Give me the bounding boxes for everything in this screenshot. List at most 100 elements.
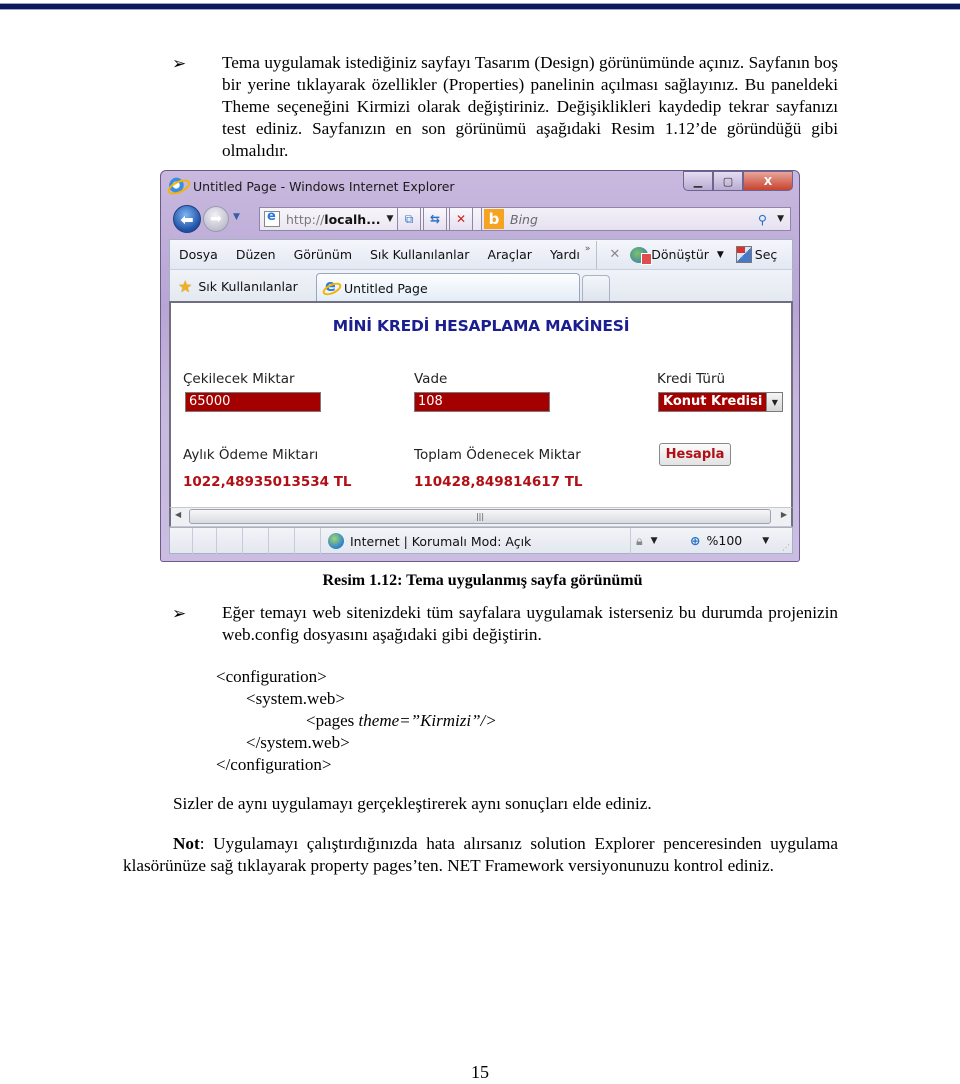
code-line: <system.web> bbox=[246, 689, 345, 708]
instruction-paragraph-2: Eğer temayı web sitenizdeki tüm sayfalar… bbox=[222, 603, 838, 644]
security-zone-text: Internet | Korumalı Mod: Açık bbox=[350, 533, 532, 549]
zoom-icon: ⊕ bbox=[690, 533, 701, 548]
close-toolbar-icon[interactable]: ✕ bbox=[609, 247, 620, 262]
history-dropdown-icon[interactable]: ▼ bbox=[233, 212, 240, 222]
window-title: Untitled Page - Windows Internet Explore… bbox=[193, 178, 455, 194]
navigation-bar: ⬅ ➡ ▼ http://localh... ▼ ⧉ ⇆ ✕ b Bing ⚲ … bbox=[169, 203, 793, 233]
stop-icon[interactable]: ✕ bbox=[449, 207, 473, 231]
bullet-icon: ➢ bbox=[172, 604, 187, 623]
monthly-payment-value: 1022,48935013534 TL bbox=[183, 474, 352, 490]
bing-logo-icon: b bbox=[484, 209, 504, 229]
search-dropdown-icon[interactable]: ▼ bbox=[777, 214, 784, 224]
status-divider bbox=[216, 528, 217, 554]
note-label: Not bbox=[173, 834, 200, 853]
term-input[interactable]: 108 bbox=[414, 392, 550, 412]
calculate-button[interactable]: Hesapla bbox=[659, 443, 731, 466]
convert-dropdown-icon[interactable]: ▼ bbox=[717, 250, 724, 260]
monthly-payment-label: Aylık Ödeme Miktarı bbox=[183, 447, 319, 463]
loan-type-select[interactable]: Konut Kredisi ▼ bbox=[658, 392, 784, 412]
security-zone[interactable]: Internet | Korumalı Mod: Açık bbox=[328, 533, 531, 549]
search-input[interactable]: b Bing ⚲ ▼ bbox=[481, 207, 791, 231]
app-title: MİNİ KREDİ HESAPLAMA MAKİNESİ bbox=[332, 317, 630, 335]
header-rule bbox=[0, 3, 960, 10]
page-icon bbox=[264, 209, 280, 227]
total-payment-value: 110428,849814617 TL bbox=[414, 474, 583, 490]
menu-help[interactable]: Yardı bbox=[541, 247, 589, 262]
menu-overflow-icon[interactable]: » bbox=[585, 244, 591, 254]
loan-type-value: Konut Kredisi bbox=[663, 394, 763, 409]
lock-icon: 🔒︎ bbox=[636, 533, 643, 548]
amount-label: Çekilecek Miktar bbox=[183, 371, 295, 387]
scroll-right-icon[interactable]: ▶ bbox=[781, 510, 787, 519]
close-button[interactable]: X bbox=[743, 171, 793, 191]
menu-file[interactable]: Dosya bbox=[170, 247, 227, 262]
total-payment-label: Toplam Ödenecek Miktar bbox=[414, 447, 581, 463]
horizontal-scrollbar[interactable]: ◀ ||| ▶ bbox=[169, 507, 793, 527]
tab-title: Untitled Page bbox=[344, 280, 428, 296]
figure-caption: Resim 1.12: Tema uygulanmış sayfa görünü… bbox=[322, 572, 643, 589]
instruction-paragraph-1: Tema uygulamak istediğiniz sayfayı Tasar… bbox=[222, 53, 838, 160]
status-bar: Internet | Korumalı Mod: Açık 🔒︎ ▼ ⊕ %10… bbox=[169, 527, 793, 554]
refresh-icon[interactable]: ⇆ bbox=[423, 207, 447, 231]
favorites-button[interactable]: ★ Sık Kullanılanlar bbox=[178, 277, 298, 296]
code-attribute: theme=”Kirmizi”/> bbox=[358, 711, 497, 730]
scroll-left-icon[interactable]: ◀ bbox=[175, 510, 181, 519]
menu-tools[interactable]: Araçlar bbox=[478, 247, 541, 262]
code-line: <pages theme=”Kirmizi”/> bbox=[306, 710, 497, 732]
favorites-label: Sık Kullanılanlar bbox=[198, 279, 298, 294]
loan-type-label: Kredi Türü bbox=[657, 371, 726, 387]
menu-edit[interactable]: Düzen bbox=[227, 247, 285, 262]
menu-bar: Dosya Düzen Görünüm Sık Kullanılanlar Ar… bbox=[169, 239, 793, 269]
code-line: </configuration> bbox=[216, 755, 332, 774]
chevron-down-icon: ▼ bbox=[650, 536, 658, 546]
select-pdf-icon bbox=[735, 246, 752, 263]
zoom-level: %100 bbox=[706, 533, 743, 548]
status-divider bbox=[242, 528, 243, 554]
new-tab-button[interactable] bbox=[582, 275, 610, 302]
minimize-button[interactable]: ▁ bbox=[683, 171, 713, 191]
search-icon[interactable]: ⚲ bbox=[758, 212, 767, 227]
status-divider bbox=[192, 528, 193, 554]
zoom-control[interactable]: ⊕ %100 ▼ bbox=[690, 533, 769, 548]
page-number: 15 bbox=[471, 1062, 489, 1082]
menu-view[interactable]: Görünüm bbox=[285, 247, 361, 262]
back-button[interactable]: ⬅ bbox=[173, 205, 201, 233]
favorites-star-icon: ★ bbox=[178, 277, 193, 296]
address-prefix: http:// bbox=[286, 211, 325, 227]
amount-input[interactable]: 65000 bbox=[185, 392, 321, 412]
tab-untitled-page[interactable]: Untitled Page bbox=[316, 273, 580, 302]
maximize-button[interactable]: ▢ bbox=[713, 171, 743, 191]
protected-mode-button[interactable]: 🔒︎ ▼ bbox=[636, 533, 658, 549]
term-label: Vade bbox=[414, 371, 448, 387]
code-line: <configuration> bbox=[216, 667, 327, 686]
compatibility-view-icon[interactable]: ⧉ bbox=[397, 207, 421, 231]
resize-grip-icon[interactable]: ⋰ bbox=[782, 543, 790, 552]
menu-favorites[interactable]: Sık Kullanılanlar bbox=[361, 247, 478, 262]
address-dropdown-icon[interactable]: ▼ bbox=[386, 214, 393, 224]
select-button[interactable]: Seç bbox=[755, 247, 778, 262]
ie-browser-window: Untitled Page - Windows Internet Explore… bbox=[160, 170, 800, 562]
chevron-down-icon[interactable]: ▼ bbox=[766, 393, 783, 411]
forward-button[interactable]: ➡ bbox=[203, 206, 229, 232]
globe-icon bbox=[328, 533, 344, 549]
bullet-icon: ➢ bbox=[172, 54, 187, 73]
chevron-down-icon: ▼ bbox=[762, 535, 770, 546]
convert-button[interactable]: Dönüştür bbox=[651, 247, 709, 262]
paragraph-3: Sizler de aynı uygulamayı gerçekleştirer… bbox=[173, 794, 652, 813]
status-divider bbox=[294, 528, 295, 554]
code-tag: <pages bbox=[306, 711, 359, 730]
convert-pdf-icon bbox=[630, 246, 653, 265]
window-controls: ▁ ▢ X bbox=[683, 171, 793, 191]
note-paragraph: Not: Uygulamayı çalıştırdığınızda hata a… bbox=[123, 833, 838, 877]
scrollbar-thumb[interactable]: ||| bbox=[189, 509, 771, 524]
note-text: : Uygulamayı çalıştırdığınızda hata alır… bbox=[123, 834, 838, 875]
window-title-bar: Untitled Page - Windows Internet Explore… bbox=[169, 177, 455, 195]
address-host: localh... bbox=[324, 211, 381, 227]
tab-bar: ★ Sık Kullanılanlar Untitled Page bbox=[169, 269, 793, 302]
status-divider bbox=[630, 528, 631, 554]
ie-logo-icon bbox=[169, 177, 187, 195]
page-viewport: MİNİ KREDİ HESAPLAMA MAKİNESİ Çekilecek … bbox=[169, 301, 793, 507]
code-line: </system.web> bbox=[246, 733, 350, 752]
menu-separator bbox=[596, 240, 598, 269]
ie-tab-icon bbox=[323, 276, 339, 296]
